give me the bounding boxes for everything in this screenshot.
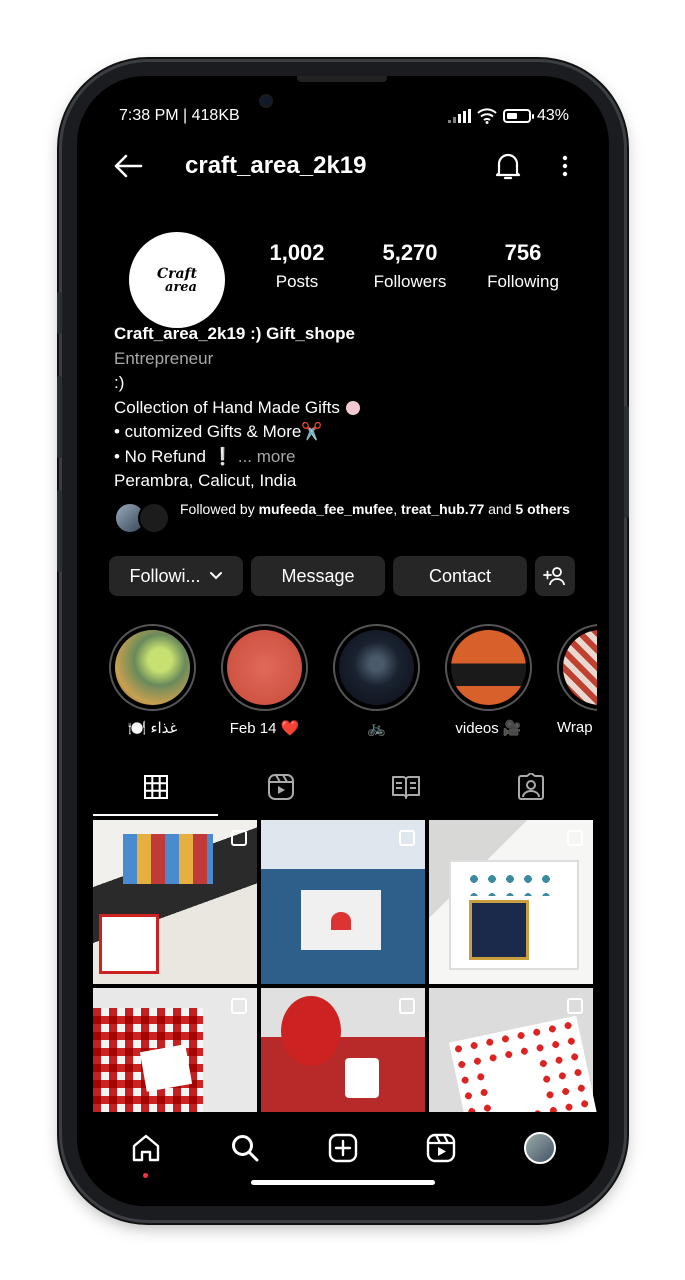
tab-grid[interactable]	[93, 756, 218, 818]
followed-by[interactable]: Followed by mufeeda_fee_mufee, treat_hub…	[114, 501, 574, 534]
reels-icon	[267, 774, 294, 800]
multiple-posts-icon	[567, 830, 583, 846]
multiple-posts-icon	[399, 998, 415, 1014]
content-tabs	[93, 756, 593, 818]
bio-line: :)	[114, 373, 125, 392]
arrow-left-icon	[114, 154, 143, 178]
post-thumbnail[interactable]	[93, 820, 257, 984]
multiple-posts-icon	[399, 830, 415, 846]
suggest-people-button[interactable]	[535, 556, 575, 596]
bio-name: Craft_area_2k19 :) Gift_shope	[114, 324, 355, 343]
chevron-down-icon	[209, 572, 222, 580]
active-tab-indicator	[93, 814, 218, 816]
bio-line: • cutomized Gifts & More✂️	[114, 422, 323, 441]
highlight-cover	[227, 630, 302, 705]
following-button[interactable]: Followi...	[109, 556, 243, 596]
highlight-cover	[339, 630, 414, 705]
story-highlights: 🍽️ غذاء Feb 14 ❤️ 🚲 videos 🎥 Wrap	[109, 624, 609, 737]
valentine-card	[490, 1053, 546, 1113]
post-thumbnail[interactable]	[261, 820, 425, 984]
highlight-cover	[451, 630, 526, 705]
bottom-navigation	[77, 1112, 609, 1206]
volume-down-button	[57, 490, 62, 572]
guides-icon	[391, 776, 420, 799]
home-indicator	[251, 1180, 435, 1185]
status-time: 7:38 PM | 418KB	[119, 107, 240, 124]
speaker	[297, 76, 387, 82]
notifications-button[interactable]	[495, 151, 521, 181]
heart-card	[331, 912, 351, 930]
add-person-icon	[543, 567, 565, 586]
home-icon	[132, 1134, 160, 1162]
power-button	[624, 406, 629, 518]
flower-icon	[345, 401, 360, 416]
profile-username: craft_area_2k19	[185, 152, 367, 179]
status-bar: 7:38 PM | 418KB 43%	[119, 104, 569, 128]
highlight-cover	[563, 630, 597, 705]
grid-icon	[143, 775, 168, 799]
tab-reels[interactable]	[218, 756, 343, 818]
mug	[345, 1058, 379, 1098]
note-card	[139, 1044, 193, 1092]
highlight-item[interactable]: 🍽️ غذاء	[109, 624, 196, 737]
avatar-logo: Craft area	[129, 232, 225, 328]
mute-button	[57, 292, 62, 334]
plus-square-icon	[328, 1133, 358, 1163]
quran-box	[469, 900, 529, 960]
profile-avatar-small	[523, 1132, 556, 1164]
flowers	[465, 870, 555, 896]
bio-location: Perambra, Calicut, India	[114, 471, 297, 490]
highlight-item[interactable]: videos 🎥	[445, 624, 532, 737]
tab-tagged[interactable]	[468, 756, 593, 818]
reels-icon	[427, 1133, 456, 1163]
profile-bio: Craft_area_2k19 :) Gift_shope Entreprene…	[114, 322, 574, 494]
profile-avatar[interactable]: Craft area	[121, 224, 233, 336]
screen: 7:38 PM | 418KB 43% craft_area_2k19 Craf…	[77, 76, 609, 1206]
bell-icon	[495, 153, 521, 180]
highlight-item[interactable]: Feb 14 ❤️	[221, 624, 308, 737]
notification-dot	[143, 1173, 149, 1178]
stat-followers[interactable]: 5,270 Followers	[360, 240, 460, 292]
nav-reels[interactable]	[421, 1128, 461, 1168]
nav-profile[interactable]	[520, 1128, 560, 1168]
birthday-card	[99, 914, 159, 974]
multiple-posts-icon	[231, 998, 247, 1014]
multiple-posts-icon	[567, 998, 583, 1014]
posts-grid	[93, 820, 600, 1152]
exclamation-icon: ❕	[211, 446, 234, 466]
bio-more-link[interactable]: ... more	[238, 447, 296, 466]
bio-line: • No Refund ❕ ... more	[114, 446, 296, 466]
options-button[interactable]	[561, 154, 569, 178]
bio-line: Collection of Hand Made Gifts	[114, 396, 574, 421]
battery-percent: 43%	[536, 107, 569, 124]
volume-up-button	[57, 376, 62, 458]
highlight-item[interactable]: Wrap	[557, 624, 597, 737]
stat-posts[interactable]: 1,002 Posts	[247, 240, 347, 292]
message-button[interactable]: Message	[251, 556, 385, 596]
teddy-bear	[281, 996, 341, 1066]
photo-collage	[123, 834, 213, 884]
multiple-posts-icon	[231, 830, 247, 846]
nav-create[interactable]	[323, 1128, 363, 1168]
battery-icon	[502, 109, 534, 123]
profile-header: craft_area_2k19	[113, 146, 569, 186]
bio-category: Entrepreneur	[114, 348, 214, 368]
highlight-cover	[115, 630, 190, 705]
signal-icon	[447, 109, 471, 123]
highlight-item[interactable]: 🚲	[333, 624, 420, 737]
more-vertical-icon	[562, 155, 568, 177]
tagged-icon	[517, 773, 544, 800]
nav-search[interactable]	[225, 1128, 265, 1168]
stat-following[interactable]: 756 Following	[473, 240, 573, 292]
tab-guides[interactable]	[343, 756, 468, 818]
profile-stats: 1,002 Posts 5,270 Followers 756 Followin…	[247, 240, 573, 292]
nav-home[interactable]	[126, 1128, 166, 1178]
wifi-icon	[477, 108, 497, 124]
back-button[interactable]	[113, 154, 143, 178]
search-icon	[231, 1135, 259, 1162]
contact-button[interactable]: Contact	[393, 556, 527, 596]
follower-avatar	[138, 502, 170, 534]
post-thumbnail[interactable]	[429, 820, 593, 984]
profile-actions: Followi... Message Contact	[109, 556, 576, 596]
